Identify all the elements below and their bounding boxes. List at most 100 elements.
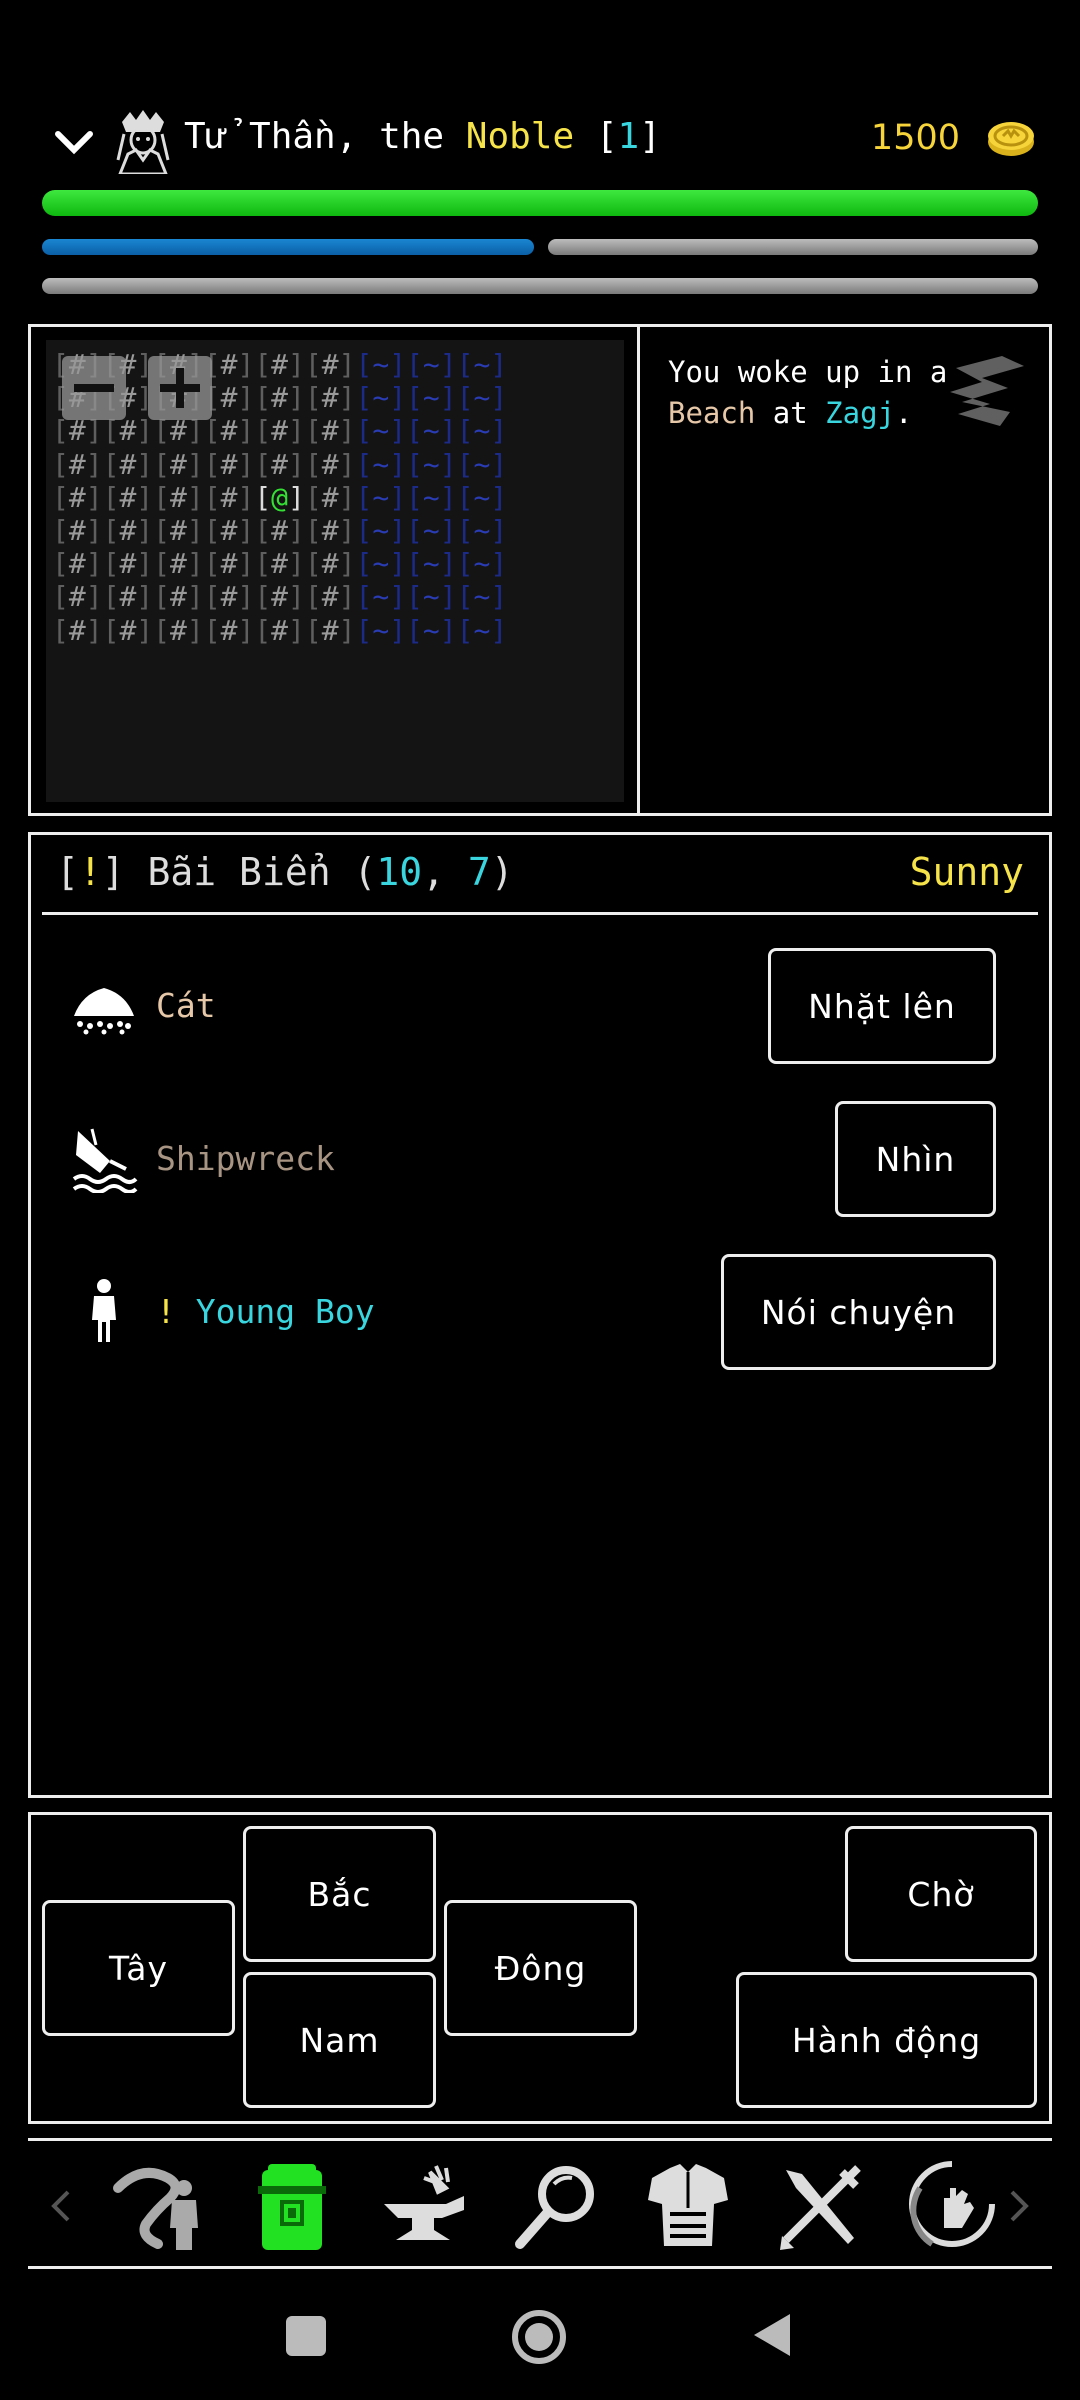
zoom-out-button[interactable] <box>62 356 126 420</box>
water-tile: [~] <box>355 381 407 415</box>
search-icon[interactable] <box>508 2158 604 2254</box>
wall-tile: [#] <box>153 480 204 514</box>
water-tile: [~] <box>456 381 508 415</box>
chevron-left-icon[interactable] <box>46 2186 76 2226</box>
wall-tile: [#] <box>203 447 255 481</box>
wall-tile: [#] <box>304 348 356 381</box>
map-row: [#][#][#][#][@][#][~][~][~] <box>52 481 507 514</box>
wall-tile: [#] <box>304 381 356 415</box>
level-open: [ <box>574 116 618 157</box>
water-tile: [~] <box>456 348 508 381</box>
experience-bar <box>42 278 1038 294</box>
item-label: Cát <box>156 986 216 1025</box>
talk-button[interactable]: Nói chuyện <box>721 1254 996 1370</box>
location-y: 7 <box>467 850 491 894</box>
water-tile: [~] <box>355 613 407 647</box>
back-button[interactable] <box>750 2310 794 2360</box>
map-row: [#][#][#][#][#][#][~][~][~] <box>52 448 507 481</box>
item-name: Cát <box>156 986 216 1025</box>
water-tile: [~] <box>355 514 407 547</box>
wall-tile: [#] <box>254 547 305 581</box>
water-tile: [~] <box>406 348 457 381</box>
character-portrait-icon[interactable] <box>114 110 172 174</box>
item-name: Shipwreck <box>156 1139 335 1178</box>
travel-icon[interactable] <box>112 2158 208 2254</box>
map-row: [#][#][#][#][#][#][~][~][~] <box>52 547 507 580</box>
action-button[interactable]: Hành động <box>736 1972 1037 2108</box>
wall-tile: [#] <box>254 348 305 381</box>
weapons-tools-icon[interactable] <box>772 2158 868 2254</box>
wall-tile: [#] <box>254 613 305 647</box>
water-tile: [~] <box>406 580 457 614</box>
inventory-icon[interactable] <box>244 2158 340 2254</box>
wall-tile: [#] <box>102 613 154 647</box>
water-tile: [~] <box>406 381 457 415</box>
wall-tile: [#] <box>52 580 103 614</box>
water-tile: [~] <box>406 514 457 547</box>
water-tile: [~] <box>456 447 508 481</box>
scroll-log-icon[interactable] <box>942 348 1028 434</box>
divider <box>28 2266 1052 2269</box>
quest-marker: ! <box>78 850 102 894</box>
move-north-button[interactable]: Bắc <box>243 1826 436 1962</box>
water-tile: [~] <box>456 414 508 448</box>
home-button[interactable] <box>510 2308 568 2366</box>
armor-icon[interactable] <box>640 2158 736 2254</box>
water-tile: [~] <box>355 348 407 381</box>
pick-up-button[interactable]: Nhặt lên <box>768 948 996 1064</box>
coord-close: ) <box>490 850 514 894</box>
divider <box>42 912 1038 915</box>
wall-tile: [#] <box>304 580 356 614</box>
move-west-button[interactable]: Tây <box>42 1900 235 2036</box>
recents-button[interactable] <box>286 2316 326 2356</box>
map-grid[interactable]: [#][#][#][#][#][#][~][~][~][#][#][#][#][… <box>46 340 624 802</box>
wait-button[interactable]: Chờ <box>845 1826 1037 1962</box>
wall-tile: [#] <box>203 613 255 647</box>
wall-tile: [#] <box>304 514 356 547</box>
map-row: [#][#][#][#][#][#][~][~][~] <box>52 614 507 647</box>
magic-hand-icon[interactable] <box>904 2158 1000 2254</box>
health-bar <box>42 190 1038 216</box>
water-tile: [~] <box>456 547 508 581</box>
wall-tile: [#] <box>304 480 356 514</box>
wall-tile: [#] <box>153 547 204 581</box>
player-marker: [@] <box>254 480 305 514</box>
wall-tile: [#] <box>52 547 103 581</box>
move-south-button[interactable]: Nam <box>243 1972 436 2108</box>
mana-bar <box>42 239 534 255</box>
log-end: . <box>895 396 913 430</box>
chevron-down-icon[interactable] <box>50 118 98 166</box>
look-button[interactable]: Nhìn <box>835 1101 996 1217</box>
chevron-right-icon[interactable] <box>1004 2186 1034 2226</box>
gold-amount: 1500 <box>870 118 960 158</box>
wall-tile: [#] <box>304 547 356 581</box>
stamina-bar <box>548 239 1038 255</box>
water-tile: [~] <box>355 447 407 481</box>
water-tile: [~] <box>406 447 457 481</box>
shipwreck-icon <box>72 1128 138 1193</box>
location-x: 10 <box>376 850 423 894</box>
wall-tile: [#] <box>203 547 255 581</box>
move-east-button[interactable]: Đông <box>444 1900 637 2036</box>
coord-comma: , <box>422 850 468 894</box>
plus-icon-vertical <box>176 368 184 408</box>
water-tile: [~] <box>456 480 508 514</box>
wall-tile: [#] <box>52 447 103 481</box>
water-tile: [~] <box>355 414 407 448</box>
wall-tile: [#] <box>254 580 305 614</box>
character-name[interactable]: Tử Thần, the Noble [1] <box>184 116 661 157</box>
water-tile: [~] <box>456 580 508 614</box>
wall-tile: [#] <box>102 480 154 514</box>
level-close: ] <box>639 116 661 157</box>
npc-label: ! Young Boy <box>156 1292 375 1331</box>
zoom-in-button[interactable] <box>148 356 212 420</box>
wall-tile: [#] <box>304 414 356 448</box>
crafting-anvil-icon[interactable] <box>376 2158 472 2254</box>
wall-tile: [#] <box>304 613 356 647</box>
gold-coin-icon <box>988 122 1034 156</box>
wall-tile: [#] <box>203 514 255 547</box>
wall-tile: [#] <box>254 414 305 448</box>
log-region: Zagj <box>825 396 895 430</box>
map-row: [#][#][#][#][#][#][~][~][~] <box>52 514 507 547</box>
wall-tile: [#] <box>203 480 255 514</box>
